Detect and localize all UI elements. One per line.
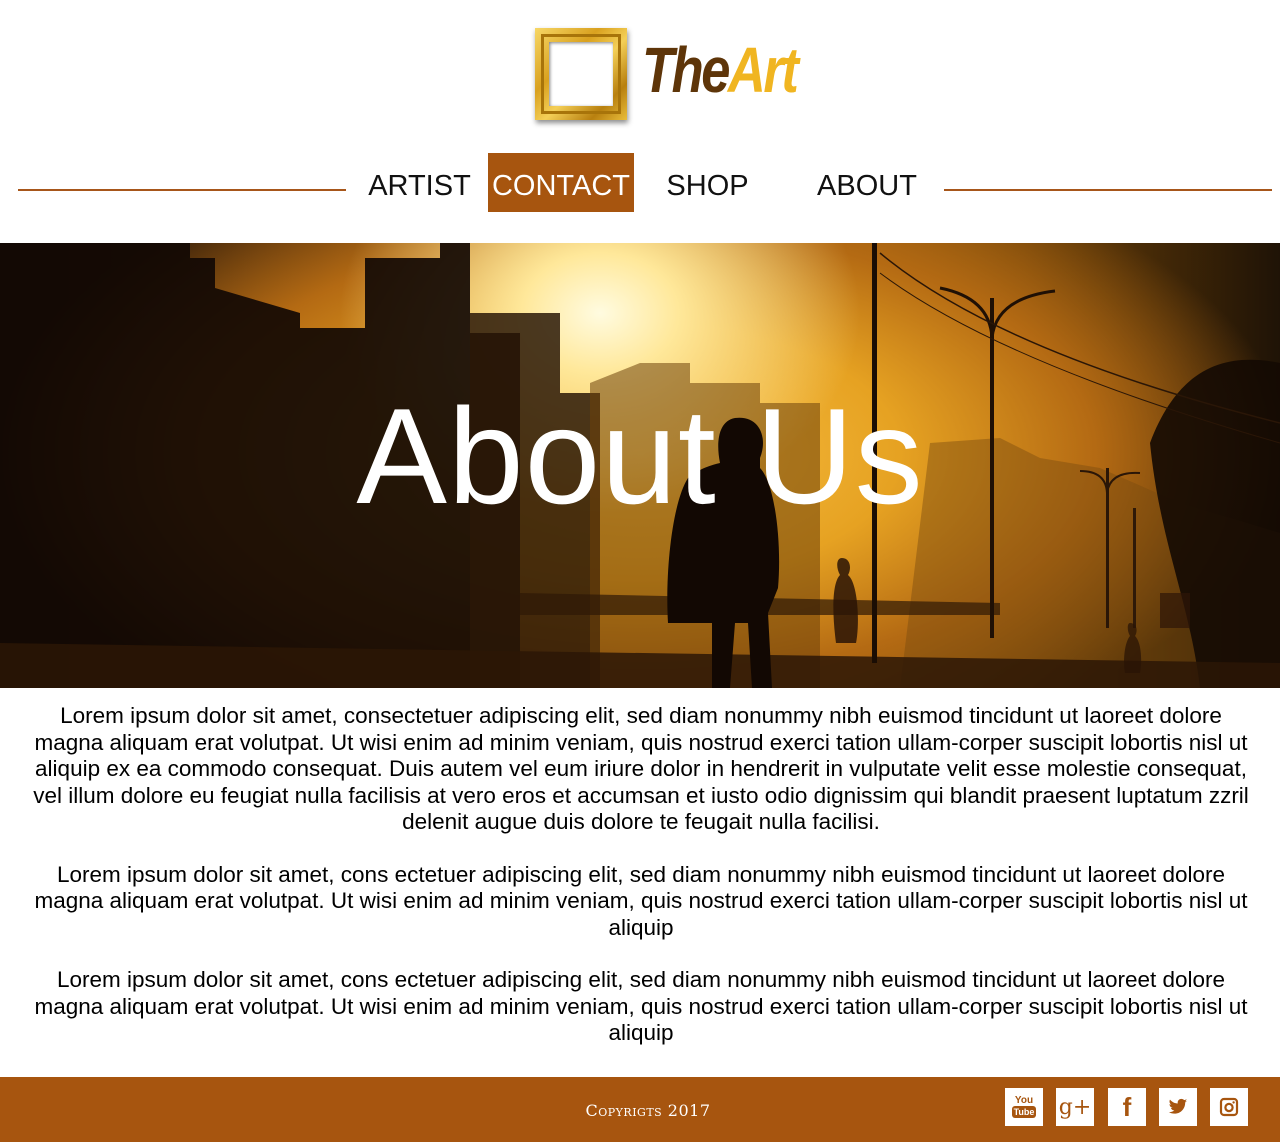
- nav-item-contact[interactable]: CONTACT: [488, 153, 634, 212]
- youtube-icon-text-bottom: Tube: [1011, 1106, 1037, 1118]
- about-paragraph-1: Lorem ipsum dolor sit amet, consectetuer…: [33, 703, 1249, 834]
- about-content: Lorem ipsum dolor sit amet, consectetuer…: [30, 703, 1252, 1073]
- youtube-icon-text-top: You: [1014, 1095, 1034, 1106]
- site-footer: Copyrigts 2017 You Tube g+ f: [0, 1077, 1280, 1142]
- google-plus-icon-glyph: g+: [1058, 1094, 1092, 1120]
- instagram-icon[interactable]: [1210, 1088, 1248, 1126]
- logo-text-the: The: [642, 34, 730, 106]
- logo-wordmark: TheArt: [642, 38, 799, 102]
- site-logo[interactable]: TheArt: [530, 24, 830, 128]
- about-paragraph-2: Lorem ipsum dolor sit amet, cons ectetue…: [34, 861, 1248, 940]
- facebook-icon[interactable]: f: [1108, 1088, 1146, 1126]
- google-plus-icon[interactable]: g+: [1056, 1088, 1094, 1126]
- nav-divider-left: [18, 189, 346, 191]
- instagram-camera-glyph: [1219, 1097, 1239, 1117]
- hero-title: About Us: [356, 380, 924, 532]
- facebook-icon-glyph: f: [1122, 1091, 1132, 1122]
- picture-frame-icon: [535, 28, 627, 120]
- nav-item-about[interactable]: ABOUT: [805, 153, 929, 212]
- youtube-icon[interactable]: You Tube: [1005, 1088, 1043, 1126]
- logo-text-art: Art: [727, 34, 799, 106]
- nav-item-shop[interactable]: SHOP: [655, 153, 760, 212]
- twitter-icon[interactable]: [1159, 1088, 1197, 1126]
- hero-banner-image: About Us: [0, 243, 1280, 688]
- about-paragraph-3: Lorem ipsum dolor sit amet, cons ectetue…: [34, 967, 1248, 1045]
- nav-item-artist[interactable]: ARTIST: [362, 153, 477, 212]
- twitter-bird-glyph: [1168, 1098, 1188, 1114]
- nav-divider-right: [944, 189, 1272, 191]
